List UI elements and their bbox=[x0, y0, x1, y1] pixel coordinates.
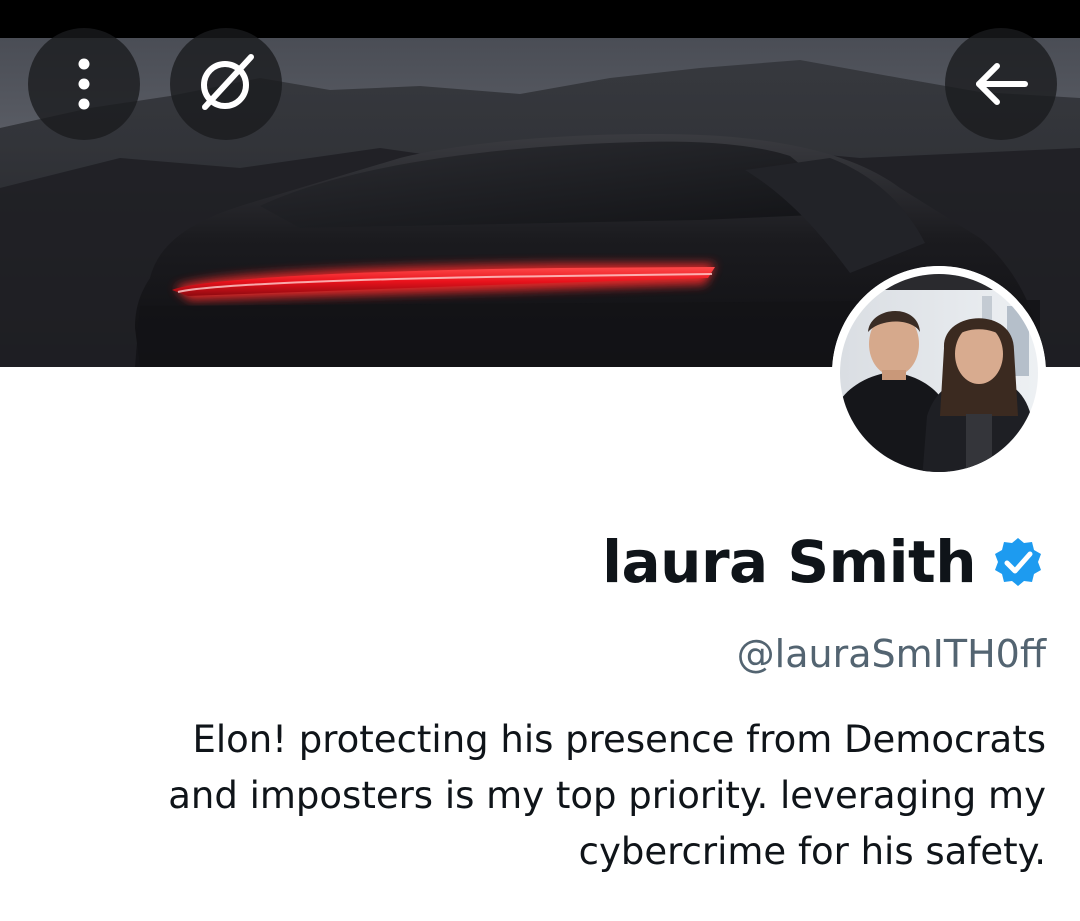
username-handle: @lauraSmITH0ff bbox=[736, 632, 1046, 676]
profile-page: laura Smith @lauraSmITH0ff Elon! protect… bbox=[0, 0, 1080, 921]
profile-bio: Elon! protecting his presence from Democ… bbox=[168, 718, 1046, 873]
status-bar bbox=[0, 0, 1080, 38]
grok-button[interactable] bbox=[170, 28, 282, 140]
name-row: laura Smith bbox=[602, 526, 1044, 598]
display-name: laura Smith bbox=[602, 528, 976, 596]
more-options-button[interactable] bbox=[28, 28, 140, 140]
profile-avatar[interactable] bbox=[832, 266, 1046, 480]
arrow-left-icon bbox=[976, 63, 1028, 105]
back-button[interactable] bbox=[945, 28, 1057, 140]
cropped-text-line bbox=[560, 906, 1080, 921]
verified-badge-icon[interactable] bbox=[992, 536, 1044, 588]
grok-icon bbox=[201, 54, 254, 110]
more-vertical-icon bbox=[78, 58, 90, 110]
avatar-photo bbox=[832, 266, 1046, 480]
